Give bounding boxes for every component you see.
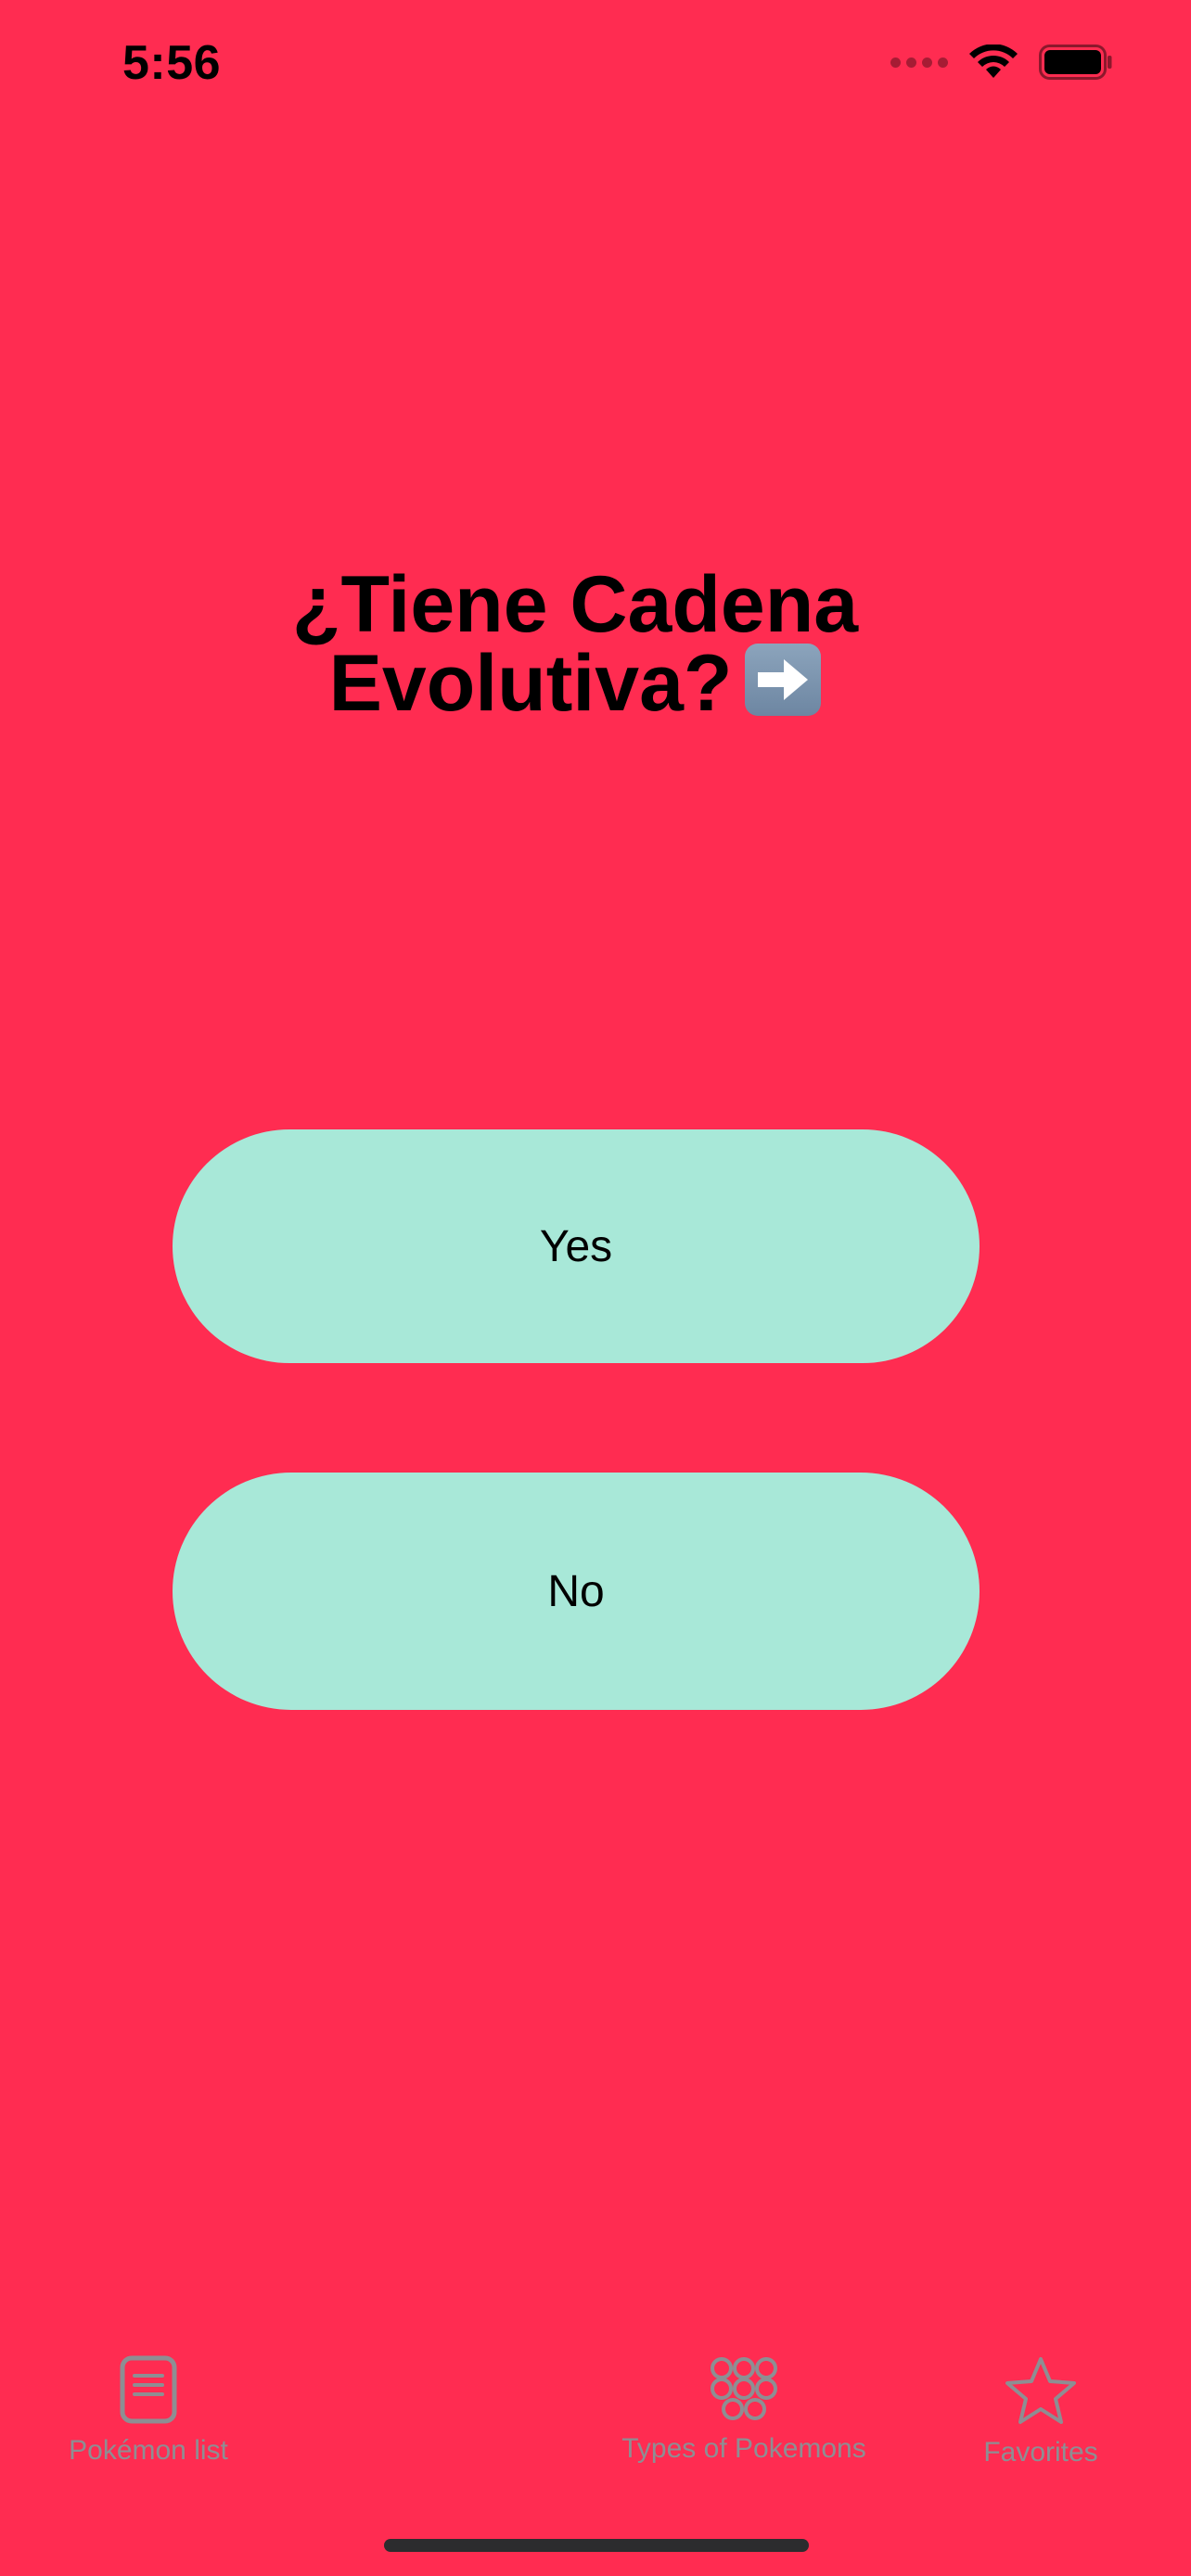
tab-pokemon-list[interactable]: Pokémon list <box>56 2355 241 2467</box>
question-line-2: Evolutiva? <box>328 639 733 728</box>
tab-favorites[interactable]: Favorites <box>965 2355 1117 2468</box>
question-title: ¿Tiene Cadena Evolutiva? <box>148 560 1002 723</box>
no-button[interactable]: No <box>173 1473 980 1710</box>
tab-label-pokemon-list: Pokémon list <box>69 2435 228 2466</box>
wifi-icon <box>969 45 1018 78</box>
question-line-2-wrap: Evolutiva? <box>148 644 1002 723</box>
right-arrow-emoji-icon <box>745 644 822 716</box>
tab-types-of-pokemons[interactable]: Types of Pokemons <box>603 2355 885 2465</box>
question-line-1: ¿Tiene Cadena <box>291 560 859 649</box>
cellular-signal-icon <box>890 57 948 68</box>
list-document-icon <box>120 2355 177 2424</box>
tab-label-types: Types of Pokemons <box>621 2433 866 2464</box>
battery-icon <box>1039 45 1112 80</box>
yes-button[interactable]: Yes <box>173 1129 980 1363</box>
status-icons <box>890 45 1113 80</box>
circle-grid-icon <box>711 2357 777 2420</box>
home-indicator[interactable] <box>384 2539 809 2552</box>
status-time: 5:56 <box>122 36 222 90</box>
star-icon <box>1005 2357 1076 2424</box>
tab-label-favorites: Favorites <box>983 2437 1098 2468</box>
